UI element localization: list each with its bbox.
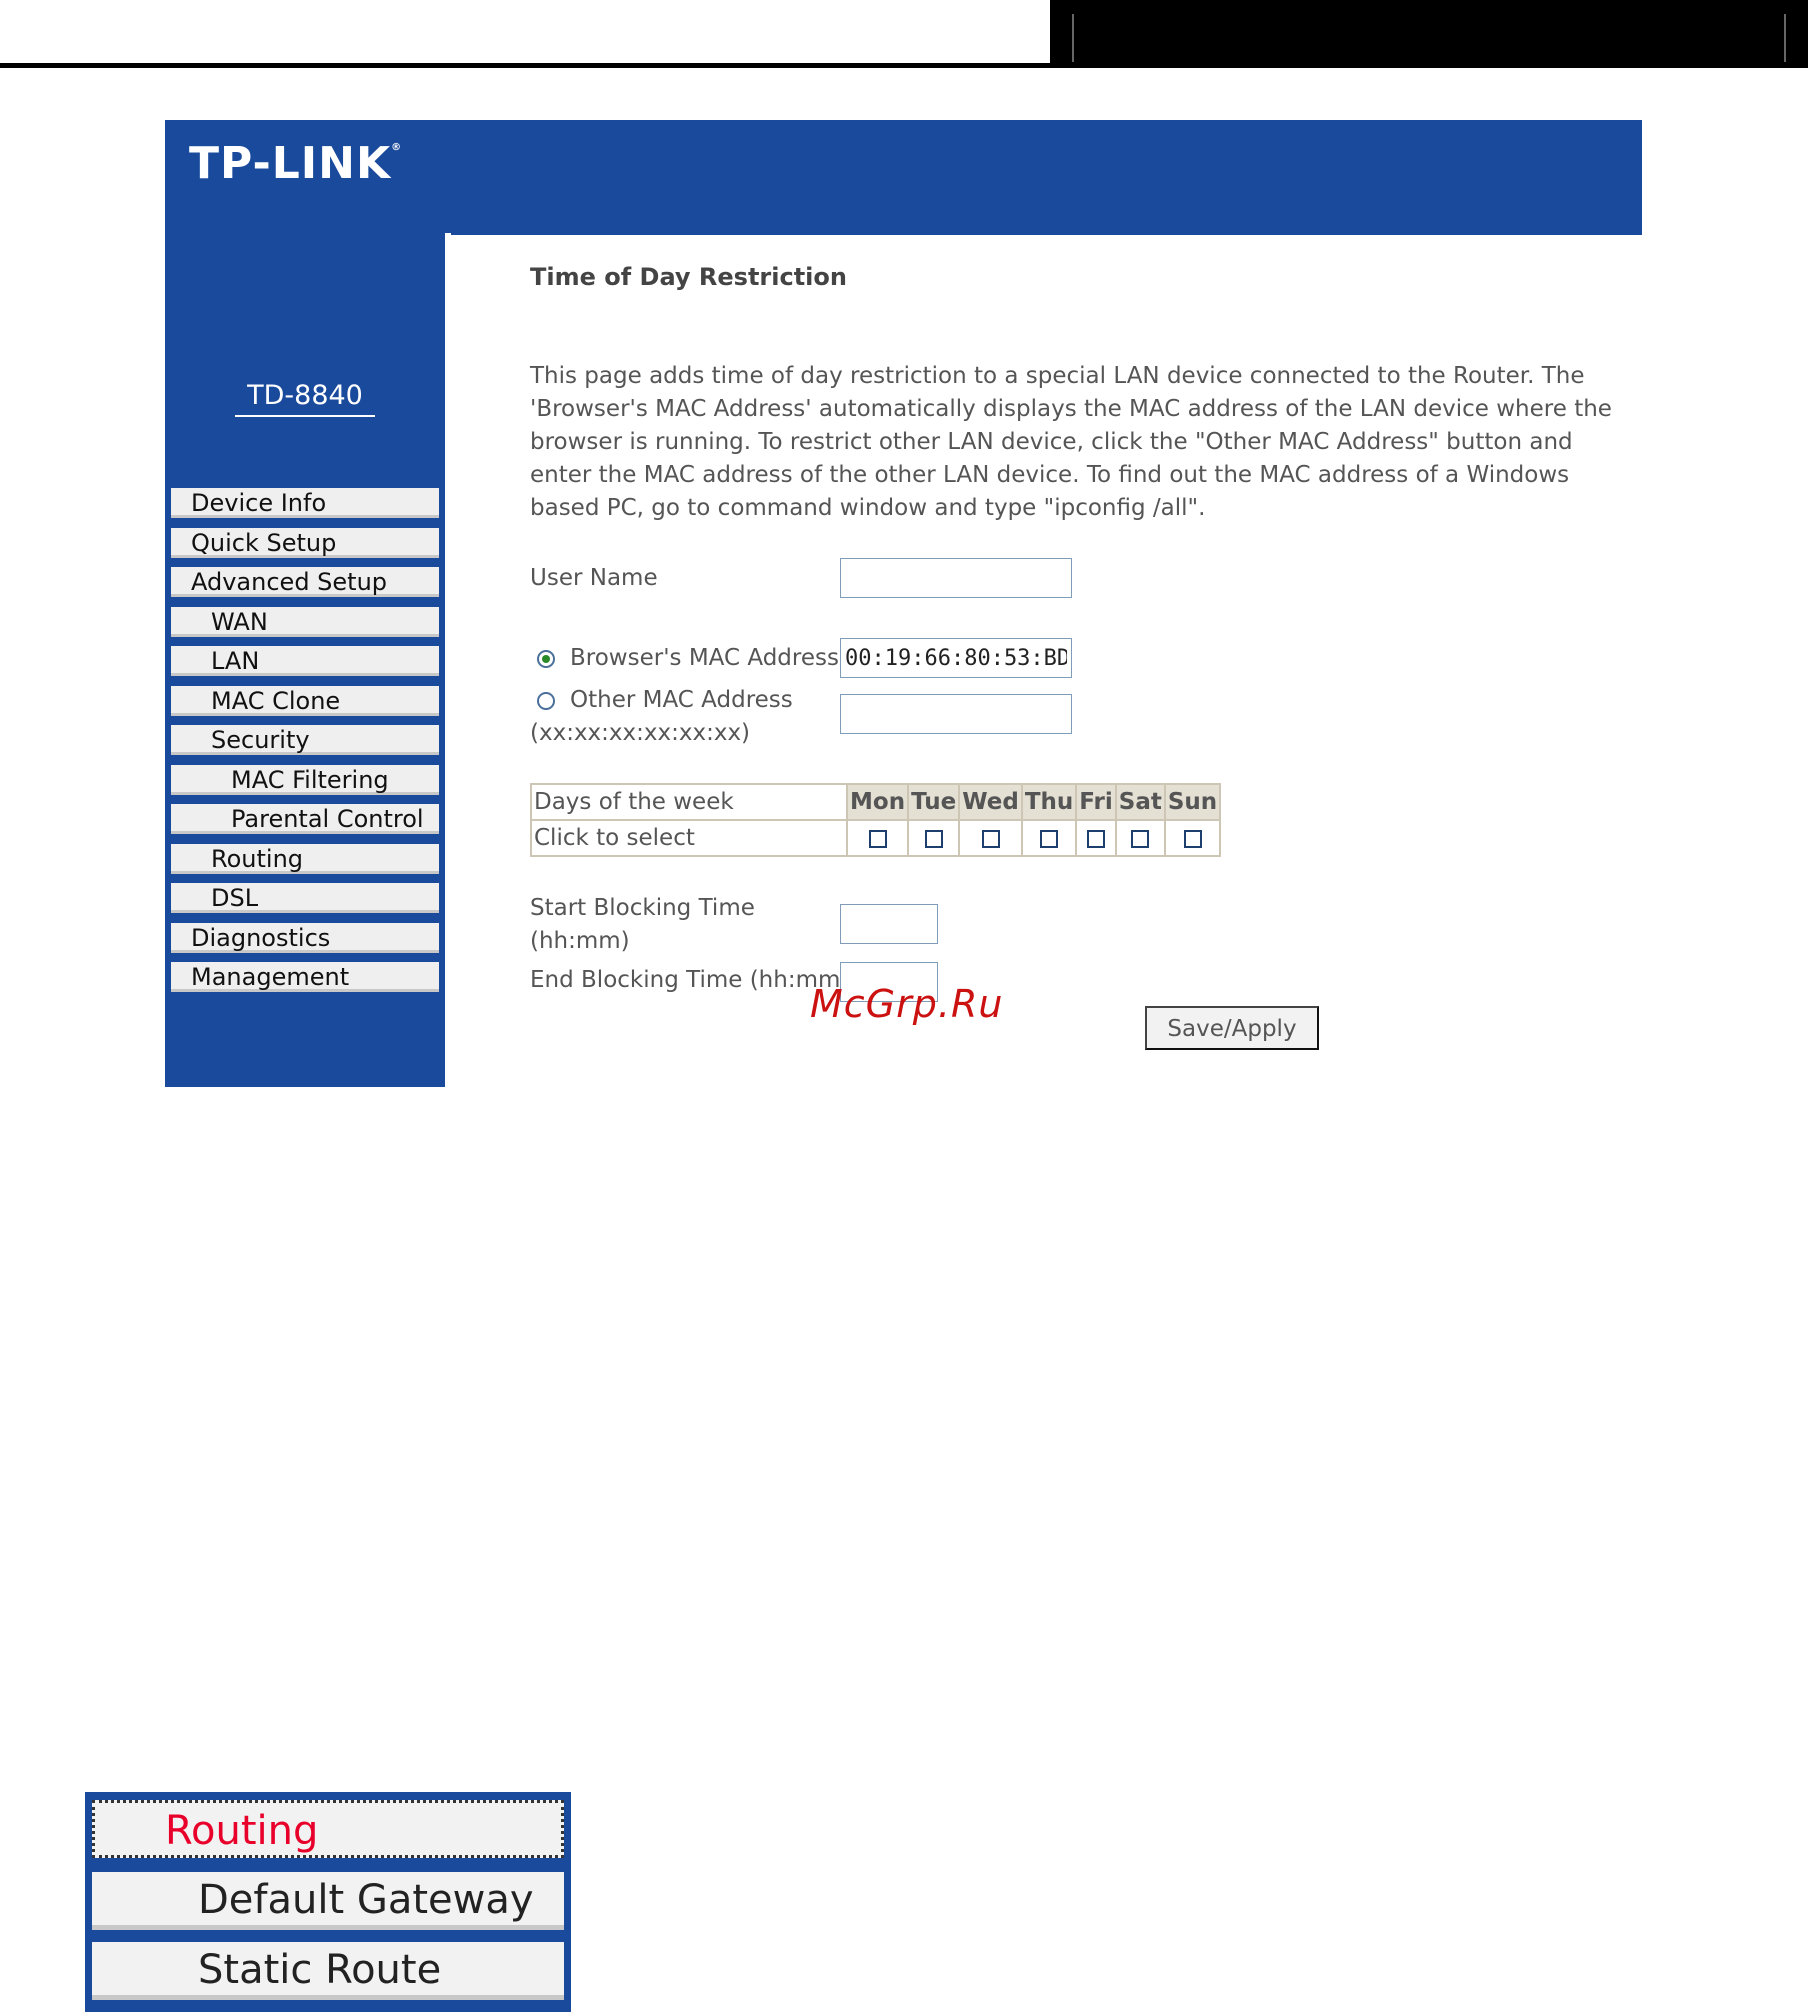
document-header-box [1050,0,1808,68]
days-of-week-table: Days of the week Mon Tue Wed Thu Fri Sat Sun C… [530,783,1222,857]
sidebar-item-mac-clone[interactable]: MAC Clone [171,685,439,716]
logo-registered-mark: ® [391,142,403,153]
main-content: Time of Day Restriction This page adds t… [445,235,1642,1087]
other-mac-input[interactable] [840,694,1072,734]
submenu-item-static-route[interactable]: Static Route [92,1942,564,2000]
user-name-input[interactable] [840,558,1072,598]
days-select-label: Click to select [530,819,848,857]
sidebar-item-parental-control[interactable]: Parental Control [171,804,439,834]
day-header-wed: Wed [958,783,1023,821]
top-banner: TP-LINK® [165,120,1642,235]
day-checkbox-sat[interactable] [1131,829,1150,848]
browser-mac-radio[interactable] [537,650,555,668]
day-header-fri: Fri [1075,783,1117,821]
logo-text: TP-LINK [189,138,392,189]
day-checkbox-wed[interactable] [981,829,1000,848]
day-cell-mon [845,819,910,857]
day-cell-fri [1075,819,1117,857]
days-select-row: Click to select [530,819,1222,857]
sidebar-item-mac-filtering[interactable]: MAC Filtering [171,764,439,795]
user-name-label: User Name [530,565,658,591]
sidebar-item-device-info[interactable]: Device Info [171,488,439,518]
sidebar-item-security[interactable]: Security [171,725,439,755]
days-header-row: Days of the week Mon Tue Wed Thu Fri Sat Sun [530,783,1222,821]
days-header-label: Days of the week [530,783,848,821]
page-description: This page adds time of day restriction t… [530,363,1612,521]
page-title: Time of Day Restriction [530,263,847,291]
submenu-item-routing[interactable]: Routing [92,1800,564,1858]
day-checkbox-mon[interactable] [868,829,887,848]
day-header-thu: Thu [1020,783,1078,821]
day-checkbox-fri[interactable] [1087,829,1106,848]
save-apply-button[interactable]: Save/Apply [1145,1006,1319,1050]
start-time-format-label: (hh:mm) [530,928,630,954]
sidebar-item-dsl[interactable]: DSL [171,883,439,913]
day-header-sun: Sun [1163,783,1222,821]
day-cell-sat [1114,819,1166,857]
sidebar-item-advanced-setup[interactable]: Advanced Setup [171,567,439,597]
router-web-ui: TP-LINK® TD-8840 Device Info Quick Setup A… [165,120,1642,1087]
browser-mac-label: Browser's MAC Address [570,645,839,671]
header-box-right-tick [1784,14,1786,62]
day-checkbox-sun[interactable] [1183,829,1202,848]
day-cell-thu [1020,819,1078,857]
day-cell-sun [1163,819,1222,857]
start-time-label: Start Blocking Time [530,895,755,921]
other-mac-format-hint: (xx:xx:xx:xx:xx:xx) [530,720,751,746]
sidebar-item-wan[interactable]: WAN [171,606,439,637]
document-header-rule [0,63,1050,68]
day-header-mon: Mon [845,783,910,821]
other-mac-label: Other MAC Address [570,687,793,713]
header-box-left-tick [1072,14,1074,62]
day-checkbox-thu[interactable] [1040,829,1059,848]
other-mac-radio[interactable] [537,692,555,710]
sidebar-item-routing[interactable]: Routing [171,843,439,874]
sidebar-item-lan[interactable]: LAN [171,646,439,676]
day-cell-wed [958,819,1023,857]
submenu-item-default-gateway[interactable]: Default Gateway [92,1872,564,1930]
sidebar-item-diagnostics[interactable]: Diagnostics [171,922,439,953]
model-name: TD-8840 [235,380,375,417]
sidebar: TD-8840 Device Info Quick Setup Advanced S… [165,235,445,1087]
day-checkbox-tue[interactable] [924,829,943,848]
start-time-input[interactable] [840,904,938,944]
day-header-tue: Tue [907,783,961,821]
watermark: McGrp.Ru [810,982,1004,1026]
model-label: TD-8840 [165,380,445,417]
end-time-label: End Blocking Time (hh:mm) [530,967,850,993]
sidebar-item-management[interactable]: Management [171,962,439,992]
routing-submenu-figure: Routing Default Gateway Static Route [85,1792,571,2012]
sidebar-item-quick-setup[interactable]: Quick Setup [171,527,439,558]
day-cell-tue [907,819,961,857]
browser-mac-input[interactable] [840,638,1072,678]
tp-link-logo: TP-LINK® [189,138,402,189]
day-header-sat: Sat [1114,783,1166,821]
